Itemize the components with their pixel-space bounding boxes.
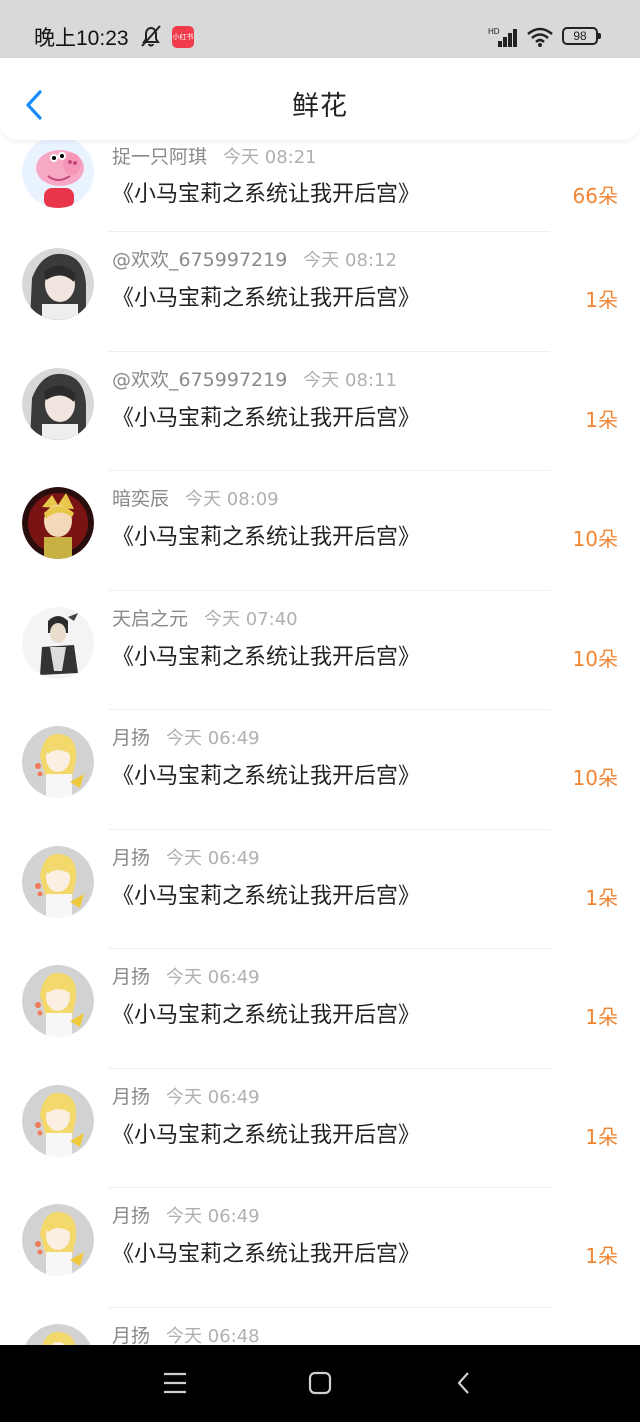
timestamp: 今天 06:49: [166, 728, 260, 749]
anime-blonde-avatar-icon: [22, 965, 94, 1037]
list-item[interactable]: 天启之元今天 07:40 《小马宝莉之系统让我开后宫》 10朵: [0, 591, 640, 711]
status-time: 晚上10:23: [34, 22, 129, 52]
signal-icon: HD: [488, 26, 520, 48]
username[interactable]: @欢欢_675997219: [112, 369, 287, 391]
flower-count: 10朵: [573, 643, 618, 672]
item-meta: 月扬今天 06:49: [112, 962, 260, 989]
avatar[interactable]: [22, 965, 94, 1037]
system-nav-bar: [0, 1345, 640, 1422]
book-title[interactable]: 《小马宝莉之系统让我开后宫》: [112, 758, 420, 790]
avatar[interactable]: [22, 726, 94, 798]
timestamp: 今天 08:21: [223, 147, 317, 168]
book-title[interactable]: 《小马宝莉之系统让我开后宫》: [112, 639, 420, 671]
list-item[interactable]: 月扬今天 06:49 《小马宝莉之系统让我开后宫》 1朵: [0, 949, 640, 1069]
anime-blonde-avatar-icon: [22, 1204, 94, 1276]
anime-blonde-avatar-icon: [22, 726, 94, 798]
avatar[interactable]: [22, 487, 94, 559]
header-bar: 鲜花: [0, 58, 640, 140]
list-item[interactable]: 月扬今天 06:49 《小马宝莉之系统让我开后宫》 1朵: [0, 830, 640, 950]
book-title[interactable]: 《小马宝莉之系统让我开后宫》: [112, 519, 420, 551]
flower-count: 10朵: [573, 762, 618, 791]
item-meta: 天启之元今天 07:40: [112, 604, 298, 631]
list-item[interactable]: 月扬今天 06:49 《小马宝莉之系统让我开后宫》 1朵: [0, 1069, 640, 1189]
timestamp: 今天 08:09: [185, 489, 279, 510]
list-item[interactable]: 月扬今天 06:49 《小马宝莉之系统让我开后宫》 10朵: [0, 710, 640, 830]
timestamp: 今天 06:49: [166, 1206, 260, 1227]
pig-avatar-icon: [22, 136, 94, 208]
flower-count: 1朵: [585, 1121, 618, 1150]
book-title[interactable]: 《小马宝莉之系统让我开后宫》: [112, 997, 420, 1029]
username[interactable]: 月扬: [112, 847, 150, 869]
network-label: HD: [488, 27, 500, 36]
item-meta: 月扬今天 06:48: [112, 1321, 260, 1348]
timestamp: 今天 06:49: [166, 967, 260, 988]
timestamp: 今天 08:12: [303, 250, 397, 271]
item-meta: 月扬今天 06:49: [112, 1082, 260, 1109]
username[interactable]: 暗奕辰: [112, 488, 169, 510]
anime-dark-avatar-icon: [22, 368, 94, 440]
anime-blonde-avatar-icon: [22, 1085, 94, 1157]
username[interactable]: 月扬: [112, 1086, 150, 1108]
book-title[interactable]: 《小马宝莉之系统让我开后宫》: [112, 1236, 420, 1268]
flower-count: 1朵: [585, 1240, 618, 1269]
avatar[interactable]: [22, 607, 94, 679]
item-meta: 月扬今天 06:49: [112, 723, 260, 750]
wifi-icon: [526, 26, 554, 48]
username[interactable]: @欢欢_675997219: [112, 249, 287, 271]
username[interactable]: 月扬: [112, 1205, 150, 1227]
mute-icon: [138, 24, 164, 48]
flower-count: 66朵: [573, 180, 618, 209]
flower-gift-list: 捉一只阿琪今天 08:21 《小马宝莉之系统让我开后宫》 66朵 @欢欢_675…: [0, 140, 640, 1427]
item-meta: @欢欢_675997219 今天 08:12: [112, 245, 397, 272]
list-item[interactable]: 暗奕辰今天 08:09 《小马宝莉之系统让我开后宫》 10朵: [0, 471, 640, 591]
item-meta: 月扬今天 06:49: [112, 843, 260, 870]
list-item[interactable]: 月扬今天 06:49 《小马宝莉之系统让我开后宫》 1朵: [0, 1188, 640, 1308]
book-title[interactable]: 《小马宝莉之系统让我开后宫》: [112, 176, 420, 208]
book-title[interactable]: 《小马宝莉之系统让我开后宫》: [112, 280, 420, 312]
avatar[interactable]: [22, 846, 94, 918]
timestamp: 今天 07:40: [204, 609, 298, 630]
anime-blonde-avatar-icon: [22, 846, 94, 918]
timestamp: 今天 06:48: [166, 1326, 260, 1347]
timestamp: 今天 06:49: [166, 1087, 260, 1108]
menu-icon[interactable]: [162, 1371, 188, 1395]
item-meta: 暗奕辰今天 08:09: [112, 484, 279, 511]
item-meta: 捉一只阿琪今天 08:21: [112, 142, 317, 169]
username[interactable]: 捉一只阿琪: [112, 146, 207, 168]
home-icon[interactable]: [308, 1371, 332, 1395]
anime-sketch-avatar-icon: [22, 607, 94, 679]
back-icon[interactable]: [456, 1371, 472, 1395]
anime-red-avatar-icon: [22, 487, 94, 559]
avatar[interactable]: [22, 1085, 94, 1157]
page-title: 鲜花: [0, 84, 640, 123]
username[interactable]: 月扬: [112, 966, 150, 988]
status-bar: 晚上10:23 小红书 HD 98: [0, 0, 640, 58]
username[interactable]: 月扬: [112, 727, 150, 749]
username[interactable]: 月扬: [112, 1325, 150, 1347]
app-notification-icon: 小红书: [172, 26, 194, 48]
timestamp: 今天 08:11: [303, 370, 397, 391]
username[interactable]: 天启之元: [112, 608, 188, 630]
flower-count: 1朵: [585, 882, 618, 911]
book-title[interactable]: 《小马宝莉之系统让我开后宫》: [112, 878, 420, 910]
timestamp: 今天 06:49: [166, 848, 260, 869]
flower-count: 10朵: [573, 523, 618, 552]
avatar[interactable]: [22, 368, 94, 440]
list-item[interactable]: @欢欢_675997219 今天 08:12 《小马宝莉之系统让我开后宫》 1朵: [0, 232, 640, 352]
item-meta: 月扬今天 06:49: [112, 1201, 260, 1228]
flower-count: 1朵: [585, 404, 618, 433]
list-item[interactable]: @欢欢_675997219 今天 08:11 《小马宝莉之系统让我开后宫》 1朵: [0, 352, 640, 472]
book-title[interactable]: 《小马宝莉之系统让我开后宫》: [112, 1117, 420, 1149]
avatar[interactable]: [22, 136, 94, 208]
flower-count: 1朵: [585, 284, 618, 313]
book-title[interactable]: 《小马宝莉之系统让我开后宫》: [112, 400, 420, 432]
battery-icon: 98: [562, 27, 598, 45]
flower-count: 1朵: [585, 1001, 618, 1030]
anime-dark-avatar-icon: [22, 248, 94, 320]
avatar[interactable]: [22, 1204, 94, 1276]
list-item[interactable]: 捉一只阿琪今天 08:21 《小马宝莉之系统让我开后宫》 66朵: [0, 140, 640, 232]
avatar[interactable]: [22, 248, 94, 320]
item-meta: @欢欢_675997219 今天 08:11: [112, 365, 397, 392]
